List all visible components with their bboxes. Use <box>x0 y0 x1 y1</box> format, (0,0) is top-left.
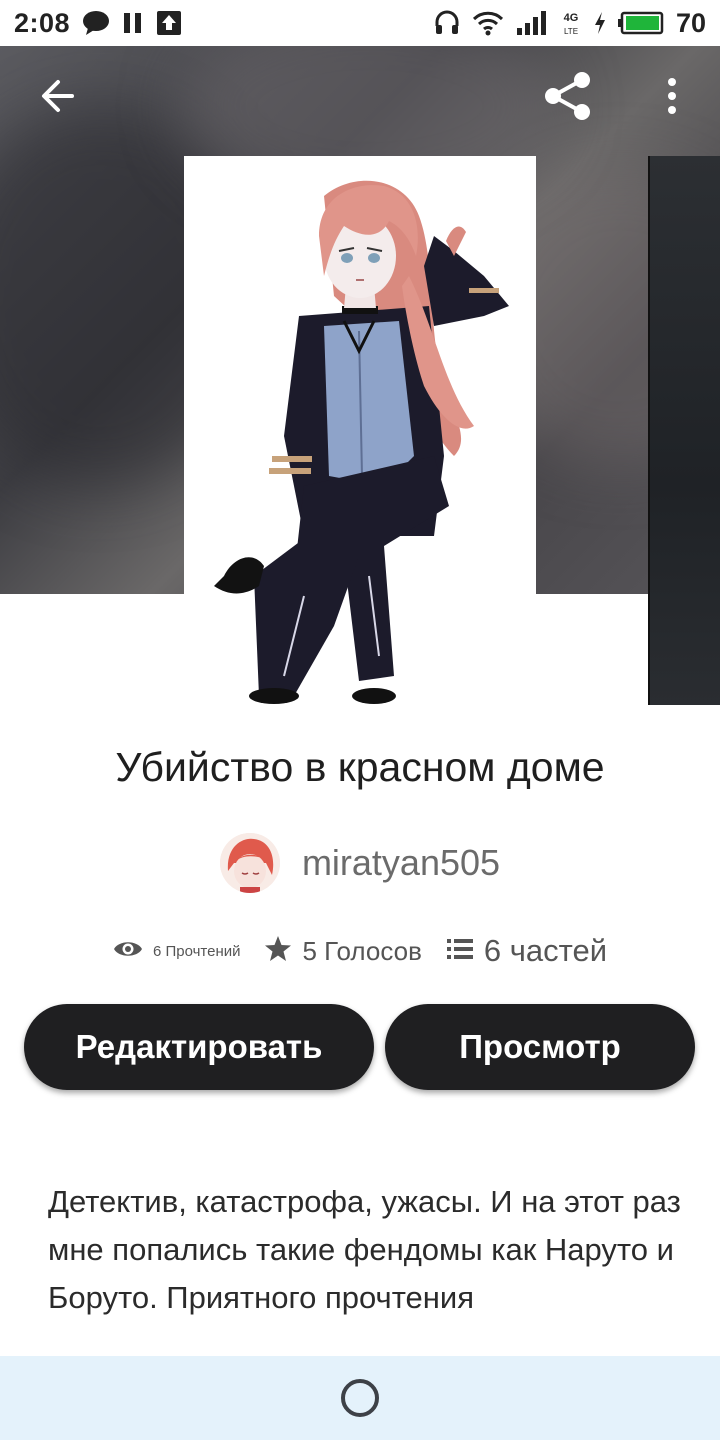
back-button[interactable] <box>28 70 84 126</box>
story-title: Убийство в красном доме <box>115 744 605 790</box>
story-stats: 6 Прочтений 5 Голосов 6 частей <box>0 926 720 976</box>
more-vertical-icon <box>665 76 679 121</box>
story-cover-image[interactable] <box>184 156 536 705</box>
home-circle-icon[interactable] <box>341 1379 379 1417</box>
avatar[interactable] <box>219 833 280 893</box>
parts-stat[interactable]: 6 частей <box>446 933 607 969</box>
author-name[interactable]: miratyan505 <box>302 842 500 884</box>
pause-notification-icon <box>122 11 144 35</box>
cover-illustration <box>184 156 536 705</box>
upload-notification-icon <box>156 10 182 36</box>
svg-text:4G: 4G <box>564 12 579 24</box>
story-details-screen: 2:08 4G LTE 70 Убийство в красном доме m… <box>0 0 720 1440</box>
eye-icon <box>113 938 143 965</box>
reads-stat: 6 Прочтений <box>113 938 241 965</box>
reads-count: 6 Прочтений <box>152 942 241 960</box>
view-button[interactable]: Просмотр <box>385 1004 695 1090</box>
svg-text:LTE: LTE <box>564 27 578 36</box>
headphones-icon <box>434 10 460 36</box>
wifi-icon <box>472 10 504 36</box>
status-bar-left: 2:08 <box>14 8 182 39</box>
signal-icon <box>516 10 548 36</box>
parts-count[interactable]: 6 частей <box>484 933 607 969</box>
chat-notification-icon <box>82 10 110 36</box>
status-bar: 2:08 4G LTE 70 <box>0 0 720 46</box>
story-description: Детектив, катастрофа, ужасы. И на этот р… <box>48 1184 681 1315</box>
system-navigation-bar <box>0 1356 720 1440</box>
charging-icon <box>594 11 606 35</box>
author-row[interactable]: miratyan505 <box>0 832 720 894</box>
network-type-icon: 4G LTE <box>560 9 582 37</box>
edit-button[interactable]: Редактировать <box>24 1004 374 1090</box>
battery-icon <box>617 11 664 35</box>
share-icon <box>542 70 594 127</box>
status-time: 2:08 <box>14 7 71 38</box>
battery-percent: 70 <box>675 7 706 38</box>
status-bar-right: 4G LTE 70 <box>434 8 706 39</box>
list-icon <box>446 937 474 966</box>
more-options-button[interactable] <box>644 70 700 126</box>
votes-count: 5 Голосов <box>302 935 422 966</box>
arrow-back-icon <box>36 76 76 121</box>
next-story-cover[interactable] <box>648 156 720 705</box>
votes-stat: 5 Голосов <box>264 935 422 968</box>
share-button[interactable] <box>540 70 596 126</box>
star-icon <box>264 935 292 968</box>
